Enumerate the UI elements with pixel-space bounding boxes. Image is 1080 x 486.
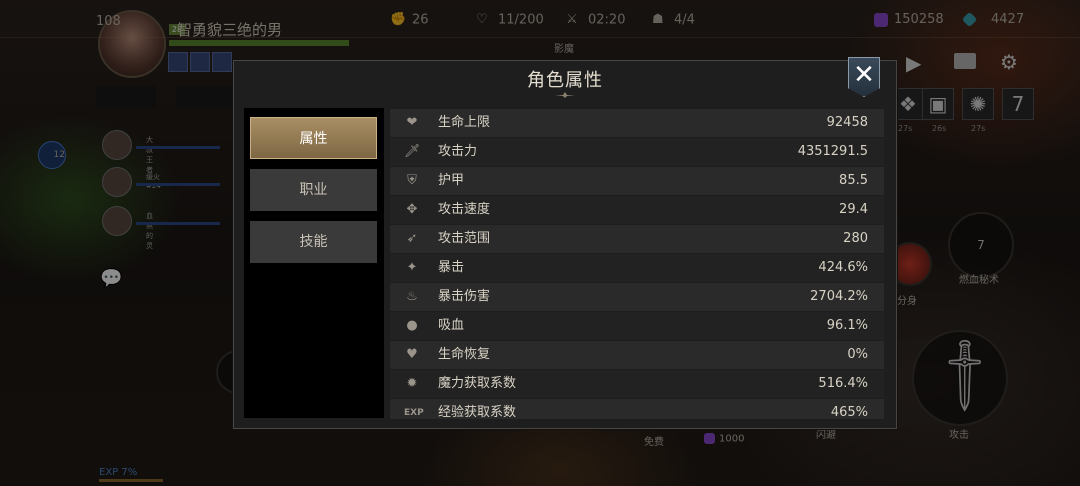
- stat-row: ✹ 魔力获取系数 516.4%: [390, 370, 884, 398]
- stat-value: 29.4: [839, 202, 868, 217]
- stat-label: 经验获取系数: [438, 405, 517, 419]
- stat-row: ❤ 生命上限 92458: [390, 109, 884, 137]
- range-icon: ➶: [406, 231, 418, 246]
- stat-label: 生命上限: [438, 115, 491, 130]
- stat-value: 2704.2%: [810, 289, 868, 304]
- stat-label: 暴击: [438, 260, 465, 275]
- sword-icon: 🗡: [404, 144, 421, 159]
- stat-label: 攻击范围: [438, 231, 491, 246]
- stat-row: ✥ 攻击速度 29.4: [390, 196, 884, 224]
- tab-profession[interactable]: 职业: [250, 169, 377, 211]
- title-ornament-icon: [555, 92, 575, 98]
- stat-value: 424.6%: [818, 260, 868, 275]
- stat-value: 465%: [830, 405, 868, 419]
- stat-row: ➶ 攻击范围 280: [390, 225, 884, 253]
- exp-icon: EXP: [404, 408, 424, 418]
- stat-value: 4351291.5: [797, 144, 868, 159]
- stat-row: ● 吸血 96.1%: [390, 312, 884, 340]
- tab-attributes[interactable]: 属性: [250, 117, 377, 159]
- mana-bomb-icon: ✹: [406, 376, 418, 391]
- tab-panel: 属性 职业 技能: [244, 108, 384, 418]
- speed-icon: ✥: [406, 202, 418, 217]
- stat-value: 280: [843, 231, 868, 246]
- tab-skills[interactable]: 技能: [250, 221, 377, 263]
- stat-label: 攻击速度: [438, 202, 491, 217]
- regen-icon: ♥: [406, 347, 418, 362]
- stat-value: 96.1%: [826, 318, 868, 333]
- crit-damage-icon: ♨: [406, 289, 418, 304]
- stat-row: ♥ 生命恢复 0%: [390, 341, 884, 369]
- dialog-title: 角色属性: [527, 70, 603, 91]
- heart-icon: ❤: [406, 115, 418, 130]
- stat-row: ✦ 暴击 424.6%: [390, 254, 884, 282]
- stat-row: EXP 经验获取系数 465%: [390, 399, 884, 419]
- stat-label: 暴击伤害: [438, 289, 491, 304]
- lifesteal-icon: ●: [406, 318, 418, 333]
- stat-label: 吸血: [438, 318, 465, 333]
- stat-label: 护甲: [438, 173, 465, 188]
- stat-value: 0%: [847, 347, 868, 362]
- stat-list[interactable]: ❤ 生命上限 92458 🗡 攻击力 4351291.5 ⛨ 护甲 85.5 ✥ 攻击速度 29.4 ➶…: [390, 109, 884, 419]
- stat-row: ⛨ 护甲 85.5: [390, 167, 884, 195]
- stat-label: 攻击力: [438, 144, 478, 159]
- stat-value: 85.5: [839, 173, 868, 188]
- stat-value: 92458: [826, 115, 868, 130]
- character-attributes-dialog: 角色属性 属性 职业 技能 ❤ 生命上限 92458 🗡 攻击力 4351291.5 ⛨ 护甲…: [233, 60, 897, 429]
- shield-icon: ⛨: [407, 173, 417, 188]
- stat-value: 516.4%: [818, 376, 868, 391]
- stat-row: ♨ 暴击伤害 2704.2%: [390, 283, 884, 311]
- stat-label: 生命恢复: [438, 347, 491, 362]
- stat-label: 魔力获取系数: [438, 376, 517, 391]
- crit-icon: ✦: [406, 260, 418, 275]
- stat-row: 🗡 攻击力 4351291.5: [390, 138, 884, 166]
